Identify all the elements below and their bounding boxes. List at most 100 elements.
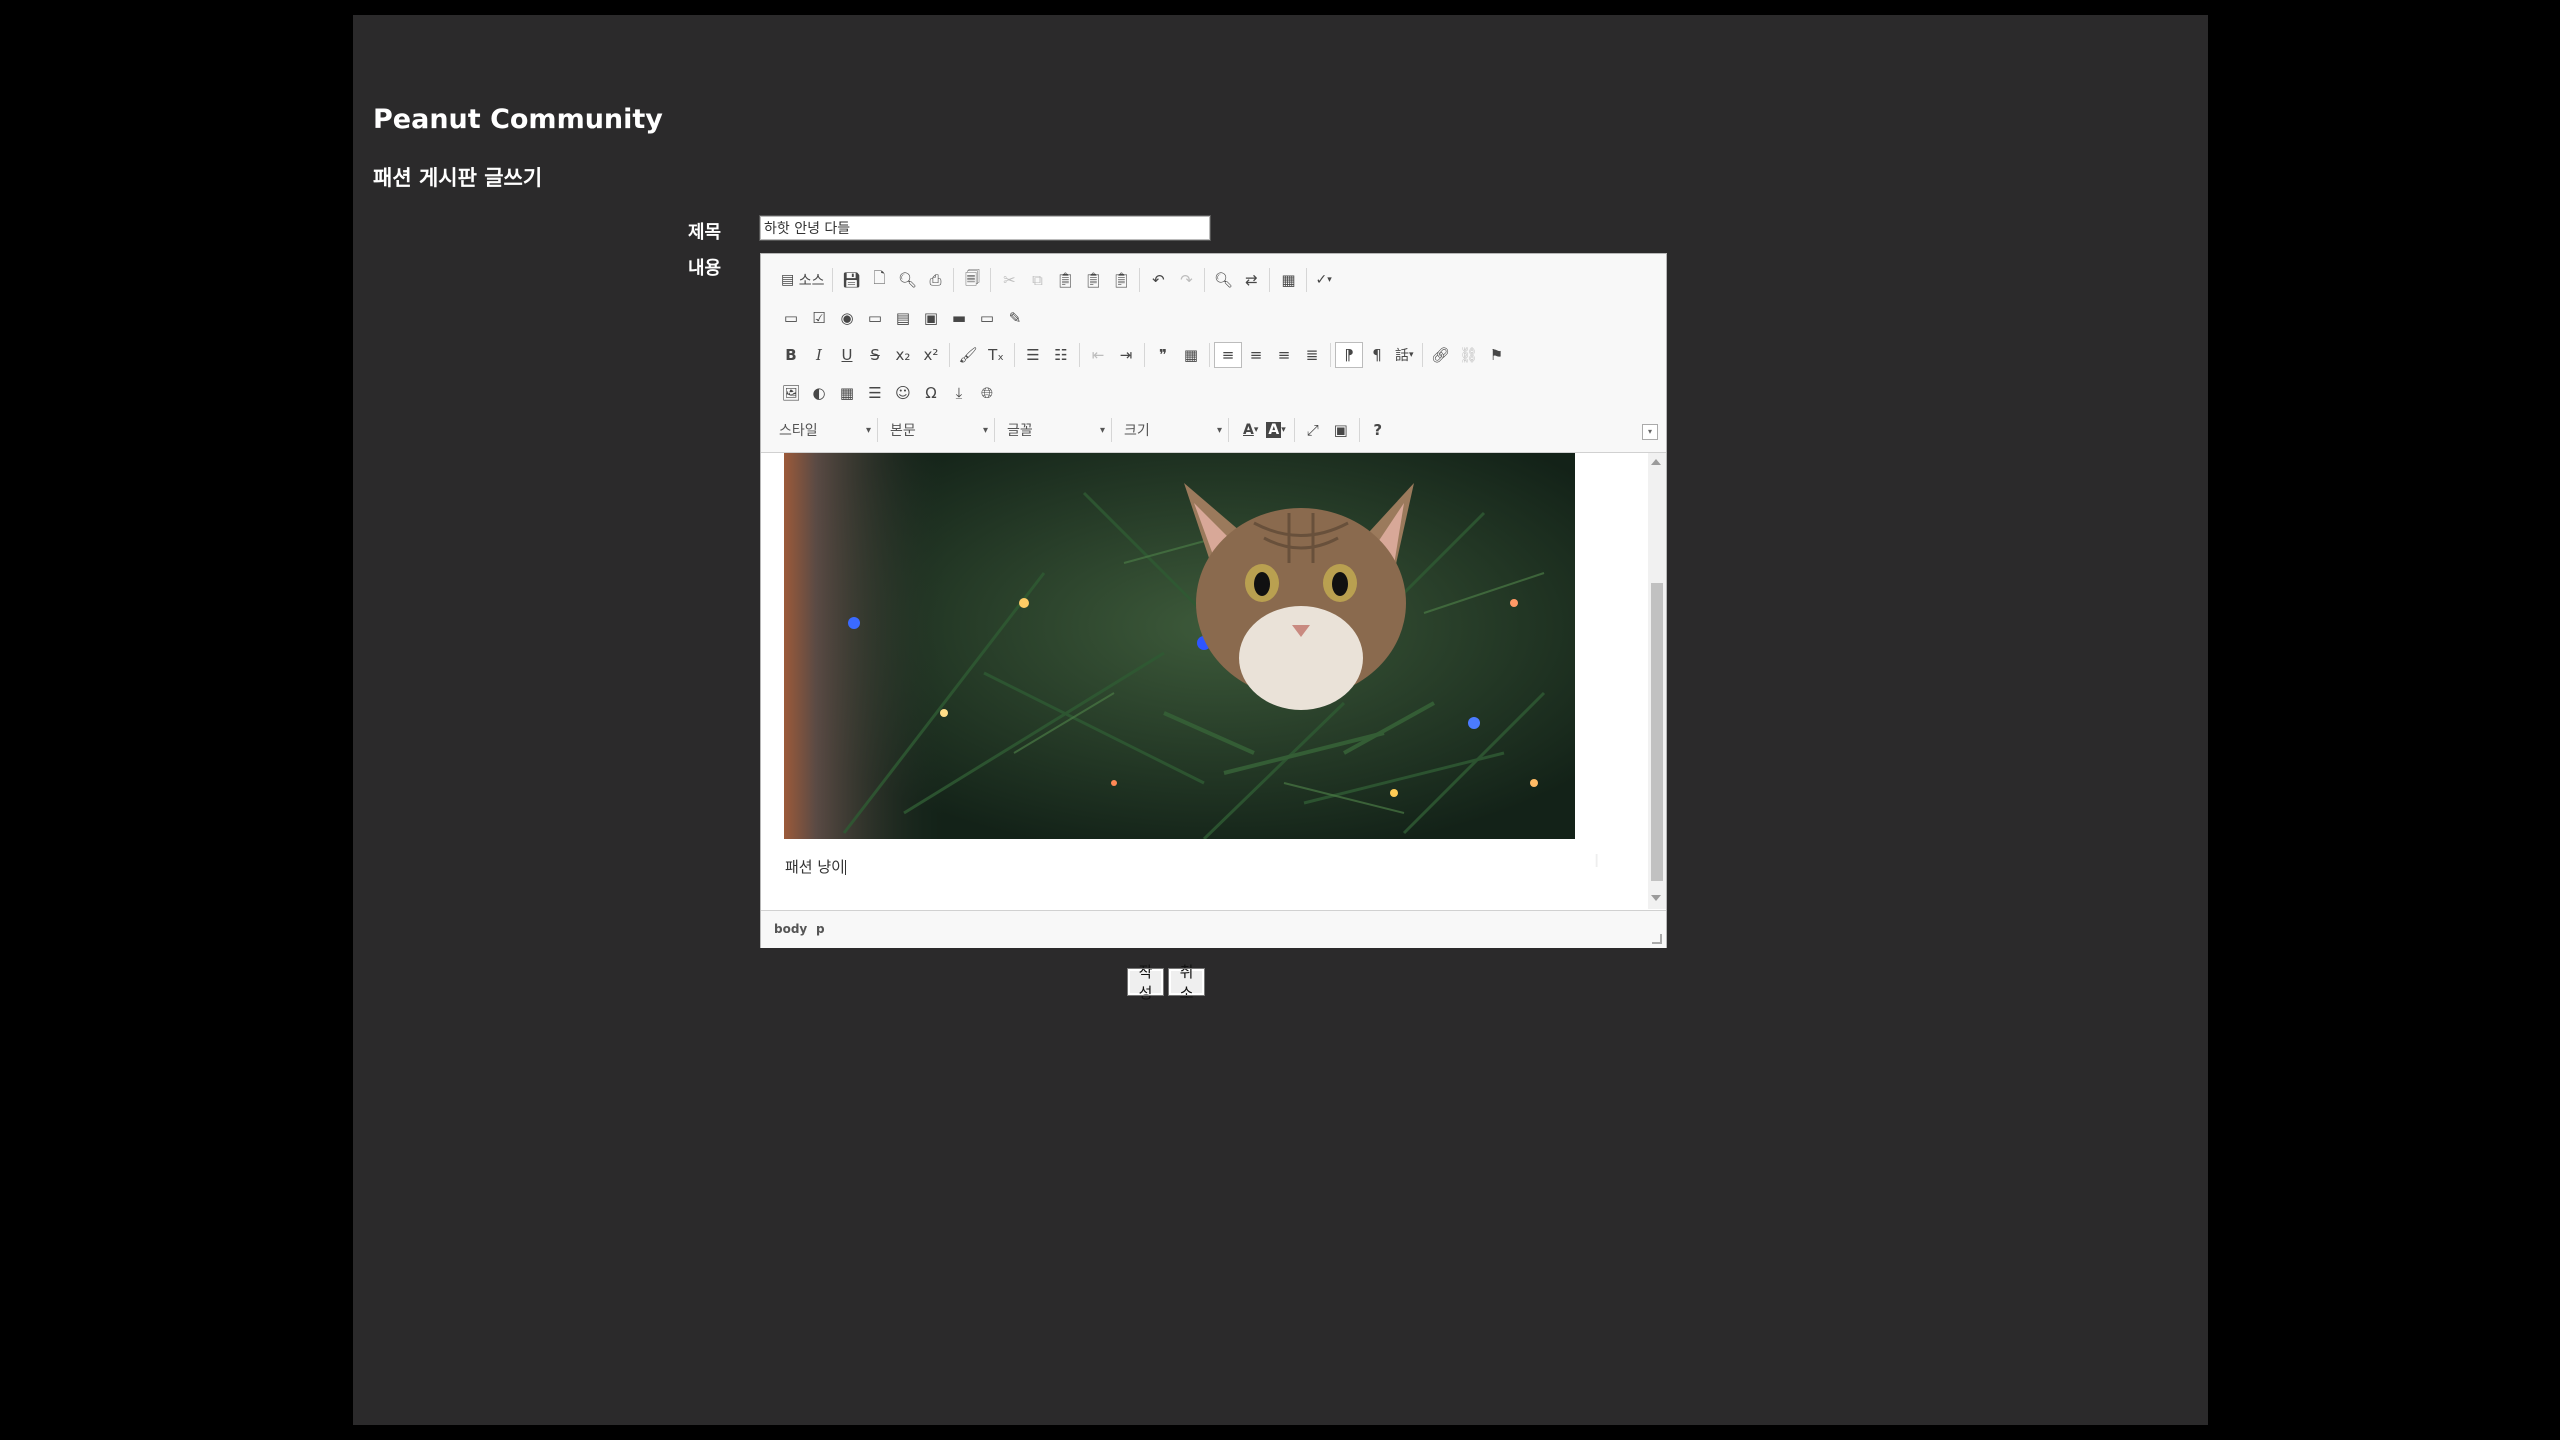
image-icon[interactable]: 🖼︎ bbox=[777, 380, 805, 406]
path-item-body[interactable]: body bbox=[774, 922, 807, 936]
toolbar-row-styles: 스타일 ▾ 본문 ▾ 글꼴 ▾ 크기 ▾ A ▾ A ▾ ⤢ ▣ ? bbox=[773, 415, 1396, 445]
div-container-icon[interactable]: ▦ bbox=[1177, 342, 1205, 368]
undo-icon[interactable]: ↶ bbox=[1144, 267, 1172, 293]
subscript-icon[interactable]: x₂ bbox=[889, 342, 917, 368]
indent-icon[interactable]: ⇥ bbox=[1112, 342, 1140, 368]
table-icon[interactable]: ▦ bbox=[833, 380, 861, 406]
submit-button[interactable]: 작성 bbox=[1127, 963, 1164, 1002]
remove-format-icon[interactable]: Tₓ bbox=[982, 342, 1010, 368]
flash-icon[interactable]: ◐ bbox=[805, 380, 833, 406]
editor-scrollbar[interactable] bbox=[1648, 453, 1666, 909]
font-dropdown-label: 글꼴 bbox=[1007, 423, 1033, 439]
copy-format-icon[interactable]: 🖌︎ bbox=[954, 342, 982, 368]
align-justify-icon[interactable]: ≣ bbox=[1298, 342, 1326, 368]
cancel-button[interactable]: 취소 bbox=[1168, 963, 1205, 1002]
blockquote-icon[interactable]: ❞ bbox=[1149, 342, 1177, 368]
image-button-icon[interactable]: ▭ bbox=[973, 305, 1001, 331]
numbered-list-icon[interactable]: ☰ bbox=[1019, 342, 1047, 368]
ltr-icon[interactable]: ⁋ bbox=[1335, 342, 1363, 368]
chevron-down-icon: ▾ bbox=[1409, 350, 1414, 360]
textarea-icon[interactable]: ▤ bbox=[889, 305, 917, 331]
checkbox-icon[interactable]: ☑ bbox=[805, 305, 833, 331]
chevron-down-icon: ▾ bbox=[1099, 424, 1105, 436]
site-title: Peanut Community bbox=[373, 104, 663, 135]
source-button[interactable]: ▤ 소스 bbox=[777, 267, 828, 293]
size-dropdown[interactable]: 크기 ▾ bbox=[1118, 418, 1229, 442]
select-all-icon[interactable]: ▦ bbox=[1274, 267, 1302, 293]
chevron-down-icon: ▾ bbox=[865, 424, 871, 436]
language-icon: 話 bbox=[1395, 348, 1409, 364]
editor-body-paragraph[interactable]: 패션 냥이 bbox=[785, 856, 846, 877]
body-text: 패션 냥이 bbox=[785, 858, 845, 876]
horizontal-line-icon[interactable]: ☰ bbox=[861, 380, 889, 406]
toolbar-row-insert: 🖼︎ ◐ ▦ ☰ ☺ Ω ⤓ 🌐︎ bbox=[773, 378, 1005, 408]
new-page-icon[interactable]: 🗋 bbox=[865, 267, 893, 293]
outdent-icon[interactable]: ⇤ bbox=[1084, 342, 1112, 368]
anchor-flag-icon[interactable]: ⚑ bbox=[1483, 342, 1511, 368]
iframe-icon[interactable]: 🌐︎ bbox=[973, 380, 1001, 406]
rtl-icon[interactable]: ¶ bbox=[1363, 342, 1391, 368]
resize-grip-icon[interactable] bbox=[1652, 934, 1662, 944]
smiley-icon[interactable]: ☺ bbox=[889, 380, 917, 406]
scroll-up-arrow-icon[interactable] bbox=[1651, 459, 1661, 465]
superscript-icon[interactable]: x² bbox=[917, 342, 945, 368]
bulleted-list-icon[interactable]: ☷ bbox=[1047, 342, 1075, 368]
chevron-down-icon: ▾ bbox=[1327, 275, 1332, 285]
page-break-icon[interactable]: ⤓ bbox=[945, 380, 973, 406]
source-icon: ▤ bbox=[781, 272, 795, 288]
language-button[interactable]: 話 ▾ bbox=[1391, 342, 1418, 368]
format-dropdown[interactable]: 본문 ▾ bbox=[884, 418, 995, 442]
chevron-down-icon: ▾ bbox=[1253, 425, 1259, 435]
cut-icon[interactable]: ✂ bbox=[995, 267, 1023, 293]
italic-icon[interactable]: I bbox=[805, 342, 833, 368]
cat-in-christmas-tree-image bbox=[784, 453, 1575, 839]
scroll-down-arrow-icon[interactable] bbox=[1651, 895, 1661, 901]
hidden-field-icon[interactable]: ✎ bbox=[1001, 305, 1029, 331]
replace-icon[interactable]: ⇄ bbox=[1237, 267, 1265, 293]
chevron-down-icon: ▾ bbox=[1281, 425, 1286, 435]
templates-icon[interactable]: 🗐 bbox=[958, 267, 986, 293]
link-icon[interactable]: 🔗︎ bbox=[1427, 342, 1455, 368]
print-icon[interactable]: ⎙ bbox=[921, 267, 949, 293]
align-left-icon[interactable]: ≡ bbox=[1214, 342, 1242, 368]
special-char-icon[interactable]: Ω bbox=[917, 380, 945, 406]
select-field-icon[interactable]: ▣ bbox=[917, 305, 945, 331]
preview-icon[interactable]: 🔍︎ bbox=[893, 267, 921, 293]
align-right-icon[interactable]: ≡ bbox=[1270, 342, 1298, 368]
help-button[interactable]: ? bbox=[1364, 417, 1392, 443]
paste-word-icon[interactable]: 📋︎ bbox=[1107, 267, 1135, 293]
underline-icon[interactable]: U bbox=[833, 342, 861, 368]
copy-icon[interactable]: ⧉ bbox=[1023, 267, 1051, 293]
button-field-icon[interactable]: ▬ bbox=[945, 305, 973, 331]
bg-color-icon: A bbox=[1266, 422, 1282, 438]
font-dropdown[interactable]: 글꼴 ▾ bbox=[1001, 418, 1112, 442]
save-icon[interactable]: 💾︎ bbox=[837, 267, 865, 293]
styles-dropdown-label: 스타일 bbox=[779, 423, 818, 439]
align-center-icon[interactable]: ≡ bbox=[1242, 342, 1270, 368]
size-dropdown-label: 크기 bbox=[1124, 423, 1150, 439]
radio-icon[interactable]: ◉ bbox=[833, 305, 861, 331]
find-icon[interactable]: 🔍︎ bbox=[1209, 267, 1237, 293]
form-icon[interactable]: ▭ bbox=[777, 305, 805, 331]
collapse-toolbar-button[interactable]: ▾ bbox=[1642, 424, 1658, 440]
maximize-icon[interactable]: ⤢ bbox=[1299, 417, 1327, 443]
text-color-button[interactable]: A ▾ bbox=[1239, 417, 1262, 443]
text-field-icon[interactable]: ▭ bbox=[861, 305, 889, 331]
editing-area[interactable]: 패션 냥이 bbox=[761, 453, 1666, 909]
styles-dropdown[interactable]: 스타일 ▾ bbox=[773, 418, 878, 442]
bg-color-button[interactable]: A ▾ bbox=[1262, 417, 1289, 443]
paste-icon[interactable]: 📋︎ bbox=[1051, 267, 1079, 293]
title-input[interactable] bbox=[759, 215, 1211, 241]
unlink-icon[interactable]: ⛓ bbox=[1455, 342, 1483, 368]
toolbar-row-formatting: B I U S x₂ x² 🖌︎ Tₓ ☰ ☷ ⇤ ⇥ ❞ ▦ ≡ ≡ ≡ ≣ … bbox=[773, 340, 1515, 370]
scroll-thumb[interactable] bbox=[1651, 583, 1663, 881]
redo-icon[interactable]: ↷ bbox=[1172, 267, 1200, 293]
spellcheck-icon: ✓ bbox=[1315, 272, 1328, 288]
paste-text-icon[interactable]: 📋︎ bbox=[1079, 267, 1107, 293]
bold-icon[interactable]: B bbox=[777, 342, 805, 368]
show-blocks-icon[interactable]: ▣ bbox=[1327, 417, 1355, 443]
toolbar-row-document: ▤ 소스 💾︎ 🗋 🔍︎ ⎙ 🗐 ✂ ⧉ 📋︎ 📋︎ 📋︎ ↶ ↷ 🔍︎ ⇄ ▦… bbox=[773, 265, 1340, 295]
strikethrough-icon[interactable]: S bbox=[861, 342, 889, 368]
spellcheck-button[interactable]: ✓ ▾ bbox=[1311, 267, 1335, 293]
path-item-p[interactable]: p bbox=[816, 922, 825, 936]
